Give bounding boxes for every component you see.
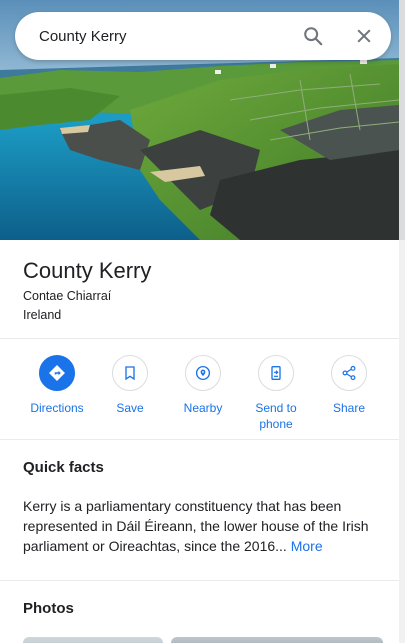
place-title: County Kerry xyxy=(23,258,152,283)
directions-icon xyxy=(39,355,75,391)
send-to-phone-button[interactable]: Send to phone xyxy=(241,355,311,432)
bookmark-icon xyxy=(112,355,148,391)
save-label: Save xyxy=(116,401,144,415)
send-to-phone-label: Send to phone xyxy=(255,401,297,431)
quick-facts-heading: Quick facts xyxy=(23,459,104,476)
place-panel: County Kerry Contae Chiarraí Ireland Dir… xyxy=(0,0,399,643)
photos-heading: Photos xyxy=(23,600,74,617)
photos-section: Photos xyxy=(0,581,399,643)
quick-facts-text: Kerry is a parliamentary constituency th… xyxy=(23,496,377,556)
search-icon[interactable] xyxy=(301,24,325,48)
quick-facts-section: Quick facts Kerry is a parliamentary con… xyxy=(0,440,399,581)
share-button[interactable]: Share xyxy=(314,355,384,416)
photo-thumbnail[interactable] xyxy=(171,637,383,643)
close-icon[interactable] xyxy=(352,24,376,48)
directions-label: Directions xyxy=(30,401,84,415)
search-box xyxy=(15,12,391,60)
place-country: Ireland xyxy=(23,308,62,322)
share-icon xyxy=(331,355,367,391)
nearby-icon xyxy=(185,355,221,391)
scrollbar-track[interactable] xyxy=(399,0,405,643)
more-link[interactable]: More xyxy=(291,538,323,554)
send-to-phone-icon xyxy=(258,355,294,391)
place-native-name: Contae Chiarraí xyxy=(23,289,112,303)
place-header: County Kerry Contae Chiarraí Ireland xyxy=(0,240,399,339)
nearby-label: Nearby xyxy=(183,401,223,415)
nearby-button[interactable]: Nearby xyxy=(168,355,238,416)
directions-button[interactable]: Directions xyxy=(22,355,92,416)
save-button[interactable]: Save xyxy=(95,355,165,416)
share-label: Share xyxy=(332,401,366,415)
action-bar: Directions Save Nearby Send to phone Sha… xyxy=(0,339,399,440)
search-input[interactable] xyxy=(39,26,289,46)
scrollbar-thumb[interactable] xyxy=(399,0,405,240)
photo-thumbnail[interactable] xyxy=(23,637,163,643)
